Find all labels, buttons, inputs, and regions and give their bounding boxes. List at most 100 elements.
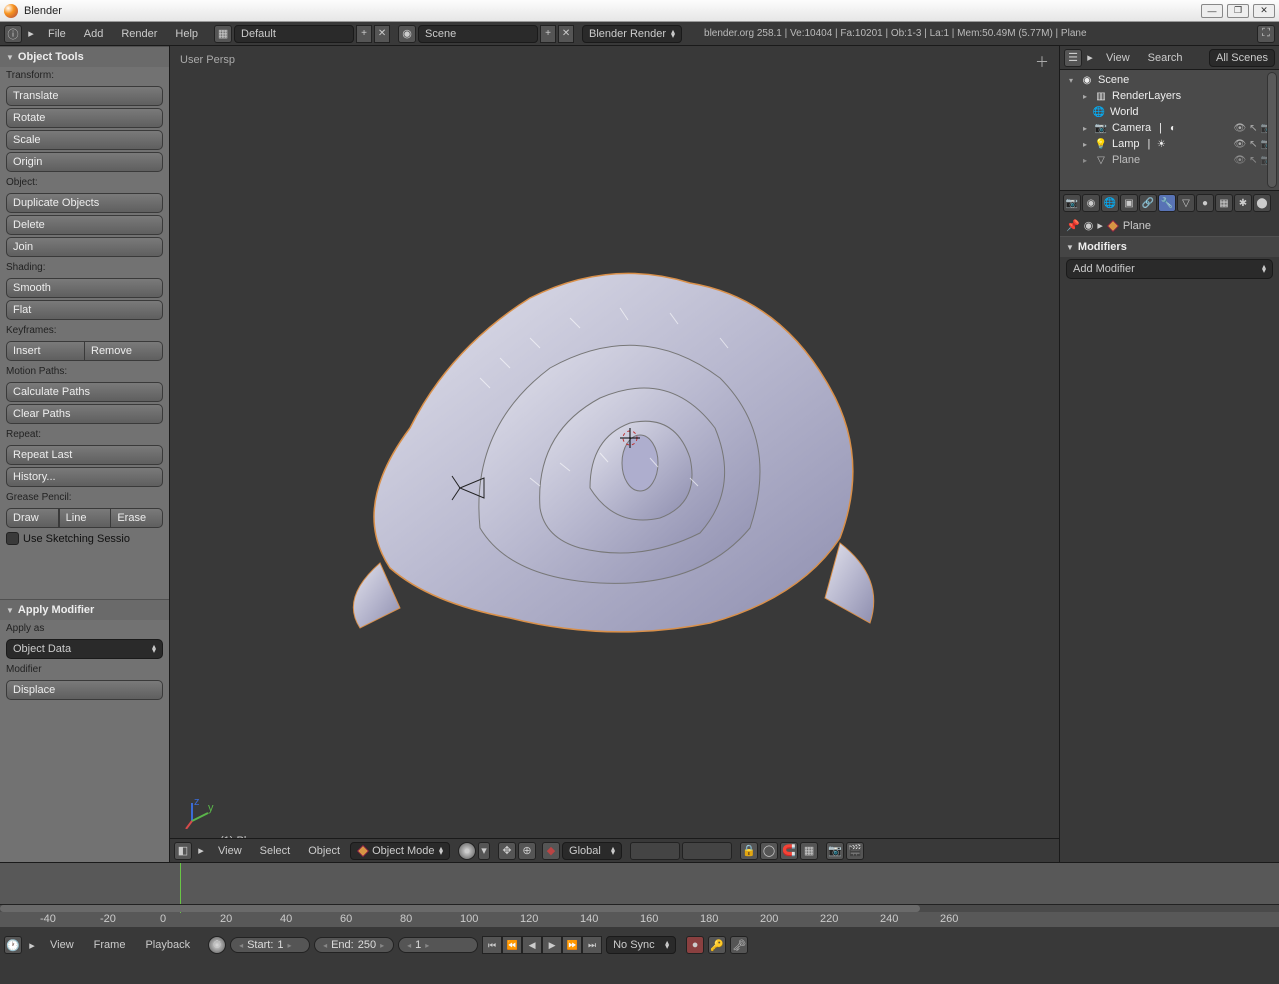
orientation-dropdown[interactable]: Global▴▾ [562,842,622,860]
fullscreen-button[interactable]: ⛶ [1257,25,1275,43]
translate-button[interactable]: Translate [6,86,163,106]
timeline-frame-menu[interactable]: Frame [86,936,134,954]
add-modifier-dropdown[interactable]: Add Modifier▴▾ [1066,259,1273,279]
pivot-individual-icon[interactable]: ⊕ [518,842,536,860]
menu-add[interactable]: Add [76,25,112,43]
tab-constraints[interactable]: 🔗 [1139,194,1157,212]
close-button[interactable]: ✕ [1253,4,1275,18]
gp-draw-button[interactable]: Draw [6,508,59,528]
marker-icon[interactable]: ⏱ [208,936,226,954]
flat-button[interactable]: Flat [6,300,163,320]
tab-render[interactable]: 📷 [1063,194,1081,212]
menu-file[interactable]: File [40,25,74,43]
proportional-icon[interactable]: ◯ [760,842,778,860]
select-menu[interactable]: Select [252,842,299,860]
layers-grid[interactable] [630,842,680,860]
tab-texture[interactable]: ▦ [1215,194,1233,212]
play-reverse-button[interactable]: ◀ [522,936,542,954]
outliner-search-menu[interactable]: Search [1140,49,1191,67]
autokey-icon[interactable]: ● [686,936,704,954]
outliner-type-icon[interactable]: ☰ [1064,49,1082,67]
delete-button[interactable]: Delete [6,215,163,235]
scene-dropdown[interactable]: Scene [418,25,538,43]
pin-icon[interactable]: 📌 [1066,219,1080,232]
gp-line-button[interactable]: Line [59,508,112,528]
insert-keyframe-button[interactable]: Insert [6,341,85,361]
minimize-button[interactable]: — [1201,4,1223,18]
timeline-collapse-icon[interactable]: ▸ [26,936,38,954]
outliner-world-row[interactable]: 🌐World [1064,104,1275,120]
outliner-scene-row[interactable]: ▾◉Scene [1064,72,1275,88]
screen-layout-dropdown[interactable]: Default [234,25,354,43]
outliner-filter-dropdown[interactable]: All Scenes [1209,49,1275,67]
outliner-lamp-row[interactable]: ▸💡Lamp|☀👁↖📷 [1064,136,1275,152]
delete-scene-button[interactable]: ✕ [558,25,574,43]
menu-help[interactable]: Help [167,25,206,43]
snap-icon[interactable]: 🧲 [780,842,798,860]
shading-dropdown-icon[interactable]: ▾ [478,842,490,860]
sync-dropdown[interactable]: No Sync▴▾ [606,936,676,954]
scene-icon[interactable]: ◉ [398,25,416,43]
scale-button[interactable]: Scale [6,130,163,150]
outliner-collapse-icon[interactable]: ▸ [1084,49,1096,67]
collapse-icon[interactable]: ▸ [194,842,208,860]
outliner-renderlayers-row[interactable]: ▸▥RenderLayers| [1064,88,1275,104]
start-frame-field[interactable]: ◂Start: 1▸ [230,937,310,953]
join-button[interactable]: Join [6,237,163,257]
duplicate-button[interactable]: Duplicate Objects [6,193,163,213]
editor-type-3dview-icon[interactable]: ◧ [174,842,192,860]
maximize-button[interactable]: ❐ [1227,4,1249,18]
snap-type-icon[interactable]: ▦ [800,842,818,860]
opengl-render-icon[interactable]: 📷 [826,842,844,860]
layers-grid-2[interactable] [682,842,732,860]
viewport-plus-icon[interactable]: ＋ [1035,52,1049,72]
tab-scene[interactable]: ◉ [1082,194,1100,212]
scrollbar-thumb[interactable] [1267,72,1277,188]
outliner-camera-row[interactable]: ▸📷Camera|◐👁↖📷 [1064,120,1275,136]
opengl-anim-icon[interactable]: 🎬 [846,842,864,860]
add-scene-button[interactable]: + [540,25,556,43]
tab-modifiers[interactable]: 🔧 [1158,194,1176,212]
keyframe-prev-button[interactable]: ⏪ [502,936,522,954]
keying-dropdown-icon[interactable]: 🗝 [730,936,748,954]
jump-end-button[interactable]: ⏭ [582,936,602,954]
keying-set-icon[interactable]: 🔑 [708,936,726,954]
timeline-ruler[interactable]: -40-200204060801001201401601802002202402… [0,913,1279,927]
tab-material[interactable]: ● [1196,194,1214,212]
sketching-session-checkbox[interactable]: Use Sketching Sessio [6,532,163,545]
timeline-view-menu[interactable]: View [42,936,82,954]
view-menu[interactable]: View [210,842,250,860]
play-button[interactable]: ▶ [542,936,562,954]
object-menu[interactable]: Object [300,842,348,860]
object-tools-header[interactable]: Object Tools [0,46,169,67]
timeline-type-icon[interactable]: 🕐 [4,936,22,954]
editor-type-icon[interactable]: ⓘ [4,25,22,43]
timeline-playback-menu[interactable]: Playback [137,936,198,954]
tab-particles[interactable]: ✱ [1234,194,1252,212]
current-frame-field[interactable]: ◂1▸ [398,937,478,953]
timeline-scrollbar[interactable] [0,905,920,912]
tab-physics[interactable]: ⬤ [1253,194,1271,212]
render-engine-dropdown[interactable]: Blender Render▴▾ [582,25,682,43]
smooth-button[interactable]: Smooth [6,278,163,298]
screen-layout-icon[interactable]: ▦ [214,25,232,43]
keyframe-next-button[interactable]: ⏩ [562,936,582,954]
end-frame-field[interactable]: ◂End: 250▸ [314,937,394,953]
calculate-paths-button[interactable]: Calculate Paths [6,382,163,402]
modifier-field[interactable]: Displace [6,680,163,700]
add-layout-button[interactable]: + [356,25,372,43]
repeat-last-button[interactable]: Repeat Last [6,445,163,465]
remove-keyframe-button[interactable]: Remove [85,341,163,361]
apply-modifier-header[interactable]: Apply Modifier [0,599,169,620]
origin-button[interactable]: Origin [6,152,163,172]
rotate-button[interactable]: Rotate [6,108,163,128]
apply-as-dropdown[interactable]: Object Data▴▾ [6,639,163,659]
collapse-menus-icon[interactable]: ▸ [24,25,38,43]
manipulator-icon[interactable]: ◆ [542,842,560,860]
lock-camera-icon[interactable]: 🔒 [740,842,758,860]
clear-paths-button[interactable]: Clear Paths [6,404,163,424]
pivot-icon[interactable]: ✥ [498,842,516,860]
mode-dropdown[interactable]: Object Mode▴▾ [350,842,450,860]
tab-world[interactable]: 🌐 [1101,194,1119,212]
delete-layout-button[interactable]: ✕ [374,25,390,43]
